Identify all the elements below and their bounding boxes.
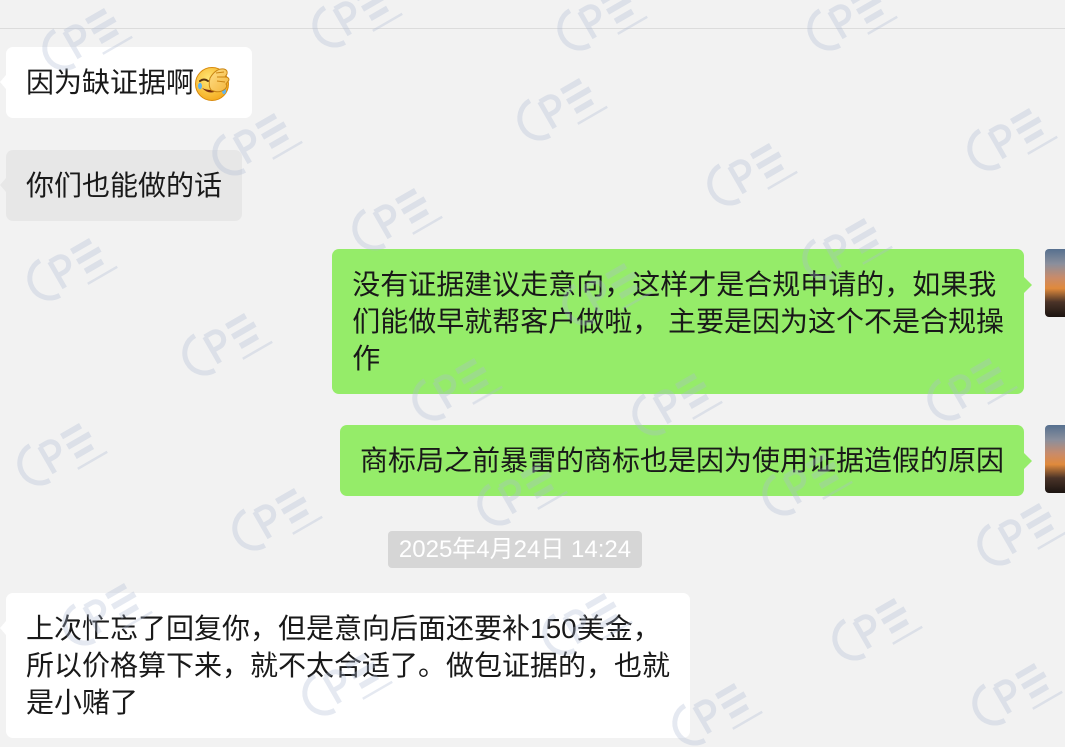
chat-header-divider — [0, 28, 1065, 29]
watermark-logo-icon — [962, 99, 1057, 179]
message-timestamp: 2025年4月24日 14:24 — [388, 531, 642, 568]
incoming-message-bubble[interactable]: 因为缺证据啊 — [0, 47, 253, 118]
watermark-logo-icon — [227, 479, 322, 559]
message-text-line: 你们也能做的话 — [26, 170, 223, 201]
message-text-line: 所以价格算下来，就不太合适了。做包证据的，也就 — [26, 650, 671, 681]
watermark-logo-icon — [972, 494, 1065, 574]
incoming-message-bubble[interactable]: 你们也能做的话 — [0, 150, 243, 221]
incoming-message-bubble[interactable]: 上次忙忘了回复你，但是意向后面还要补150美金， 所以价格算下来，就不太合适了。… — [0, 593, 691, 738]
watermark-logo-icon — [512, 69, 607, 149]
watermark-logo-icon — [347, 179, 442, 259]
watermark-logo-icon — [967, 654, 1062, 734]
message-text-line: 作 — [352, 343, 381, 374]
watermark-logo-icon — [702, 134, 797, 214]
message-text-line: 商标局之前暴雷的商标也是因为使用证据造假的原因 — [359, 445, 1004, 476]
message-text: 因为缺证据啊 — [26, 67, 195, 98]
watermark-logo-icon — [177, 304, 272, 384]
sunset-photo-avatar-icon[interactable] — [1045, 425, 1065, 493]
outgoing-message-bubble[interactable]: 商标局之前暴雷的商标也是因为使用证据造假的原因 — [339, 425, 1033, 496]
watermark-logo-icon — [12, 414, 107, 494]
message-text-line: 上次忙忘了回复你，但是意向后面还要补150美金， — [26, 613, 661, 644]
message-text-line: 是小赌了 — [26, 687, 139, 718]
sunset-photo-avatar-icon[interactable] — [1045, 249, 1065, 317]
outgoing-message-bubble[interactable]: 没有证据建议走意向，这样才是合规申请的，如果我 们能做早就帮客户做啦， 主要是因… — [332, 249, 1032, 394]
watermark-logo-icon — [552, 0, 647, 59]
watermark-logo-icon — [802, 0, 897, 59]
message-text-line: 们能做早就帮客户做啦， 主要是因为这个不是合规操 — [352, 306, 1004, 337]
facepalm-emoji-icon — [194, 64, 232, 102]
message-text-line: 没有证据建议走意向，这样才是合规申请的，如果我 — [352, 269, 997, 300]
watermark-logo-icon — [827, 589, 922, 669]
watermark-logo-icon — [22, 229, 117, 309]
message-text-line: 因为缺证据啊 — [26, 64, 232, 101]
